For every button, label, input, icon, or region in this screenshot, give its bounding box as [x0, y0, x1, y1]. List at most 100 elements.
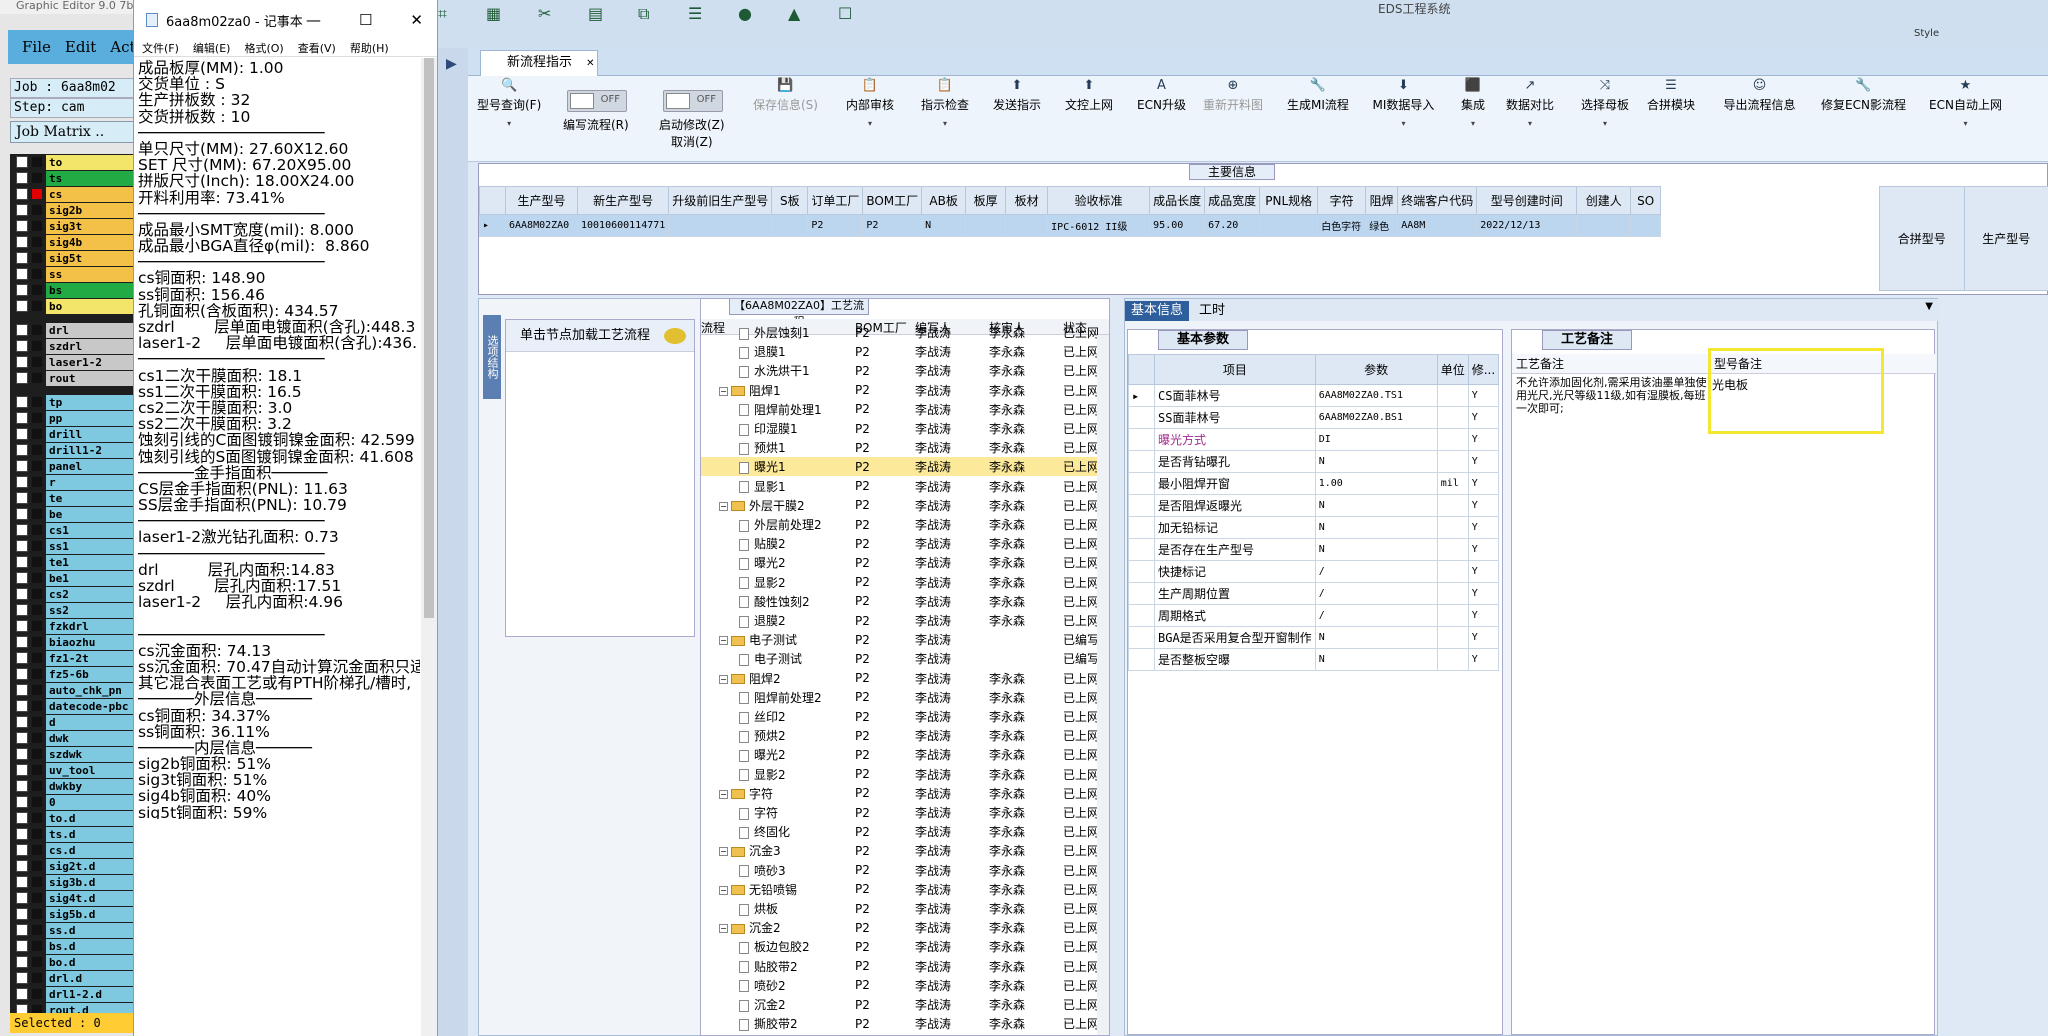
- scrollbar-thumb[interactable]: [424, 58, 434, 618]
- list-item[interactable]: 预烘2 P2 李战涛 李永森 已上网: [701, 726, 1109, 745]
- image-icon[interactable]: ▲: [788, 4, 800, 23]
- param-value[interactable]: 6AA8M02ZA0.TS1: [1314, 384, 1438, 407]
- menu-edit[interactable]: Edit: [65, 38, 96, 56]
- list-item[interactable]: 阻焊前处理1 P2 李战涛 李永森 已上网: [701, 400, 1109, 419]
- layer-name[interactable]: cs: [46, 186, 140, 202]
- table-cell[interactable]: [1005, 214, 1049, 237]
- table-cell[interactable]: N: [921, 214, 967, 237]
- layer-name[interactable]: sig5t: [46, 250, 140, 266]
- layer-name[interactable]: drl: [46, 322, 140, 338]
- table-row[interactable]: 生产周期位置 / Y: [1128, 582, 1500, 605]
- layer-checkbox[interactable]: [16, 844, 28, 856]
- layer-row[interactable]: ss1: [10, 538, 140, 554]
- layer-checkbox[interactable]: [16, 940, 28, 952]
- layer-name[interactable]: te1: [46, 554, 140, 570]
- layer-row[interactable]: sig3t: [10, 218, 140, 234]
- collapse-icon[interactable]: −: [719, 386, 728, 396]
- ribbon-button[interactable]: 📋 指示检查 ▾: [921, 78, 969, 128]
- table-row[interactable]: 是否背钻曝孔 N Y: [1128, 450, 1500, 473]
- col-header[interactable]: PNL规格: [1259, 186, 1319, 215]
- ribbon-button[interactable]: ↗ 数据对比 ▾: [1506, 78, 1554, 128]
- layer-name[interactable]: panel: [46, 458, 140, 474]
- layer-row[interactable]: bs.d: [10, 938, 140, 954]
- layer-name[interactable]: datecode-pbc: [46, 698, 140, 714]
- layer-name[interactable]: sig3t: [46, 218, 140, 234]
- table-cell[interactable]: [668, 214, 773, 237]
- layer-checkbox[interactable]: [16, 876, 28, 888]
- list-item[interactable]: 曝光2 P2 李战涛 李永森 已上网: [701, 553, 1109, 572]
- ribbon-button[interactable]: ⬇ MI数据导入 ▾: [1373, 78, 1435, 128]
- layer-row[interactable]: sig5t: [10, 250, 140, 266]
- param-value[interactable]: /: [1314, 582, 1438, 605]
- col-header[interactable]: 生产型号: [505, 186, 578, 215]
- menu-file[interactable]: File: [22, 38, 51, 56]
- layer-row[interactable]: fzkdrl: [10, 618, 140, 634]
- list-item[interactable]: 贴胶带2 P2 李战涛 李永森 已上网: [701, 957, 1109, 976]
- load-process-hint[interactable]: 单击节点加载工艺流程: [506, 320, 694, 352]
- table-row[interactable]: ▸ 6AA8M02ZA0 10010600114771 P2 P2 N IPC-6012 I…: [479, 214, 1662, 237]
- col-header[interactable]: [479, 186, 506, 215]
- layer-row[interactable]: to.d: [10, 810, 140, 826]
- table-row[interactable]: 快捷标记 / Y: [1128, 560, 1500, 583]
- layer-row[interactable]: be: [10, 506, 140, 522]
- param-value[interactable]: /: [1314, 560, 1438, 583]
- param-value[interactable]: DI: [1314, 428, 1438, 451]
- layer-row[interactable]: r: [10, 474, 140, 490]
- layer-checkbox[interactable]: [16, 988, 28, 1000]
- ribbon-button[interactable]: ☺ 导出流程信息: [1724, 78, 1796, 113]
- ribbon-button[interactable]: 启动修改(Z) 取消(Z): [659, 116, 725, 150]
- chevron-down-icon[interactable]: ▼: [1925, 301, 1933, 312]
- toggle-switch[interactable]: OFF: [567, 90, 627, 112]
- layer-row[interactable]: szdrl: [10, 338, 140, 354]
- table-cell[interactable]: [1576, 214, 1632, 237]
- list-icon[interactable]: ☰: [688, 4, 702, 23]
- col-header[interactable]: 板厚: [965, 186, 1007, 215]
- list-item[interactable]: 阻焊前处理2 P2 李战涛 李永森 已上网: [701, 688, 1109, 707]
- chevron-down-icon[interactable]: ▾: [1506, 119, 1554, 128]
- list-item[interactable]: 酸性蚀刻2 P2 李战涛 李永森 已上网: [701, 592, 1109, 611]
- table-row[interactable]: SS面菲林号 6AA8M02ZA0.BS1 Y: [1128, 406, 1500, 429]
- layer-checkbox[interactable]: [16, 444, 28, 456]
- layer-row[interactable]: sig2b: [10, 202, 140, 218]
- col-header[interactable]: 升级前旧生产型号: [668, 186, 773, 215]
- list-item[interactable]: − 沉金3 P2 李战涛 李永森 已上网: [701, 841, 1109, 860]
- param-value[interactable]: N: [1314, 538, 1438, 561]
- list-item[interactable]: − 阻焊1 P2 李战涛 李永森 已上网: [701, 381, 1109, 400]
- layer-name[interactable]: szdwk: [46, 746, 140, 762]
- notepad-menu-help[interactable]: 帮助(H): [350, 40, 389, 56]
- layer-row[interactable]: sig5b.d: [10, 906, 140, 922]
- layer-row[interactable]: drl: [10, 322, 140, 338]
- layer-checkbox[interactable]: [16, 372, 28, 384]
- grid-icon[interactable]: ▦: [486, 4, 501, 23]
- param-value[interactable]: 1.00: [1314, 472, 1438, 495]
- layer-name[interactable]: r: [46, 474, 140, 490]
- layer-name[interactable]: bs.d: [46, 938, 140, 954]
- expand-icon[interactable]: ▶: [446, 56, 468, 72]
- ribbon-button[interactable]: 编写流程(R): [563, 116, 629, 133]
- col-header[interactable]: 订单工厂: [807, 186, 864, 215]
- list-item[interactable]: 水洗烘干1 P2 李战涛 李永森 已上网: [701, 361, 1109, 380]
- col-modify[interactable]: 修...: [1467, 354, 1500, 385]
- layer-name[interactable]: sig2b: [46, 202, 140, 218]
- layer-row[interactable]: ss.d: [10, 922, 140, 938]
- list-item[interactable]: 印湿膜1 P2 李战涛 李永森 已上网: [701, 419, 1109, 438]
- layer-row[interactable]: szdwk: [10, 746, 140, 762]
- ribbon-button[interactable]: 🔧 生成MI流程: [1287, 78, 1349, 113]
- table-row[interactable]: ▸ CS面菲林号 6AA8M02ZA0.TS1 Y: [1128, 384, 1500, 407]
- col-header[interactable]: 字符: [1317, 186, 1367, 215]
- list-item[interactable]: 沉金2 P2 李战涛 李永森 已上网: [701, 995, 1109, 1014]
- layer-row[interactable]: bo: [10, 298, 140, 314]
- layer-row[interactable]: cs1: [10, 522, 140, 538]
- layer-name[interactable]: cs.d: [46, 842, 140, 858]
- col-header[interactable]: 创建人: [1576, 186, 1632, 215]
- list-item[interactable]: 终固化 P2 李战涛 李永森 已上网: [701, 822, 1109, 841]
- minimize-icon[interactable]: —: [306, 11, 321, 29]
- ribbon-button[interactable]: ☰ 合拼模块: [1647, 78, 1695, 113]
- col-header[interactable]: 验收标准: [1047, 186, 1151, 215]
- ribbon-button[interactable]: ⬛ 集成 ▾: [1461, 78, 1485, 128]
- col-item[interactable]: 项目: [1154, 354, 1316, 385]
- ribbon-button[interactable]: 🔧 修复ECN影流程: [1821, 78, 1906, 113]
- process-scrollbar[interactable]: [1097, 335, 1109, 1035]
- list-item[interactable]: 外层蚀刻1 P2 李战涛 李永森 已上网: [701, 323, 1109, 342]
- layer-name[interactable]: bo.d: [46, 954, 140, 970]
